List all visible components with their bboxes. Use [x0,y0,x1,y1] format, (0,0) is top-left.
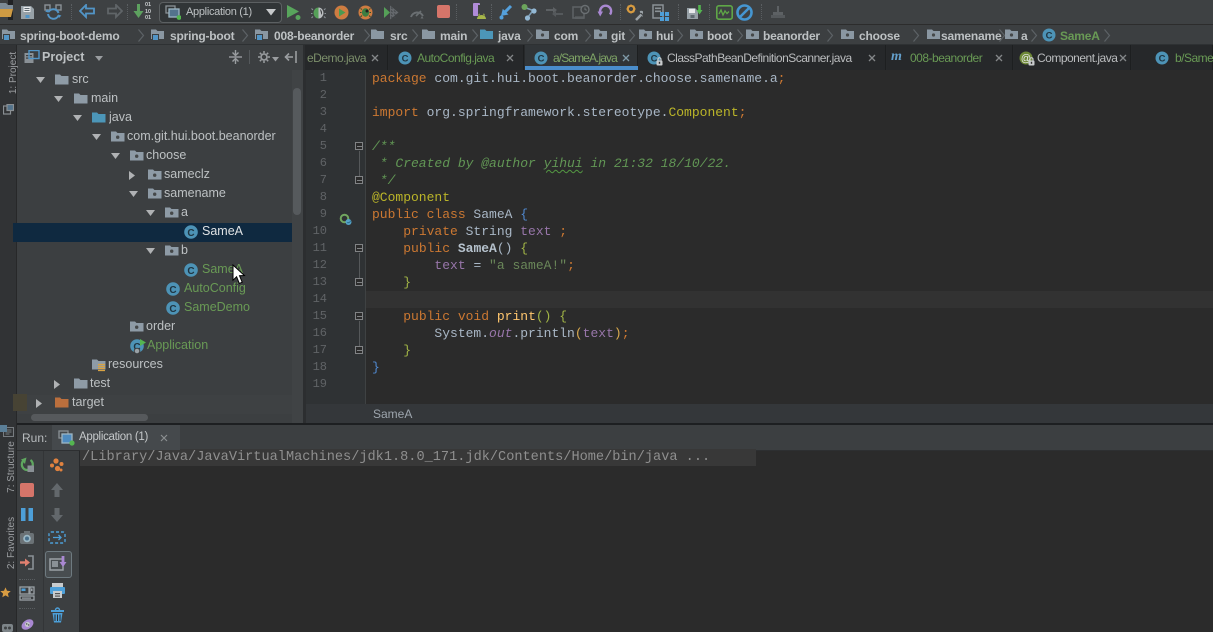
svg-text:C: C [187,228,194,239]
svg-text:C: C [1046,31,1053,42]
svg-text:C: C [1159,54,1166,65]
svg-text:C: C [169,285,176,296]
svg-text:C: C [169,304,176,315]
svg-text:C: C [538,54,545,65]
svg-text:C: C [402,54,409,65]
svg-text:C: C [187,266,194,277]
